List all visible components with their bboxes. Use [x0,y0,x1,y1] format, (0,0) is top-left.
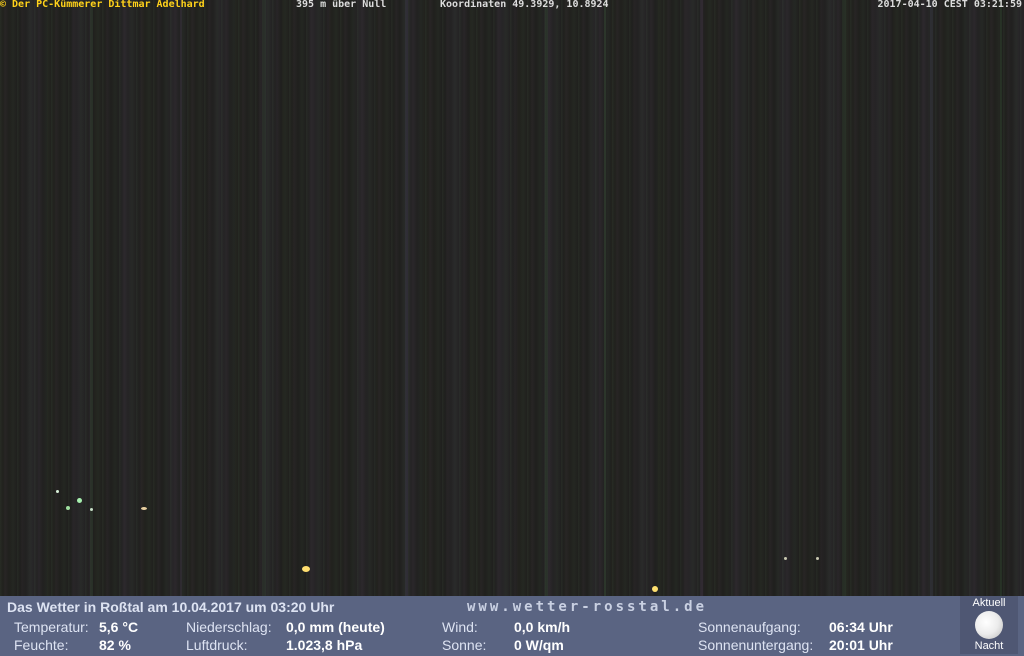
temperature-label: Temperatur: [14,619,89,635]
sunrise-value: 06:34 Uhr [829,619,893,635]
sun-value: 0 W/qm [514,637,564,653]
distant-light [90,508,93,511]
coordinates-text: Koordinaten 49.3929, 10.8924 [440,0,609,10]
copyright-credit: © Der PC-Kümmerer Dittmar Adelhard [0,0,205,10]
weather-panel: Das Wetter in Roßtal am 10.04.2017 um 03… [0,596,1024,656]
wind-label: Wind: [442,619,478,635]
humidity-value: 82 % [99,637,131,653]
timestamp-text: 2017-04-10 CEST 03:21:59 [877,0,1023,10]
humidity-label: Feuchte: [14,637,69,653]
sun-label: Sonne: [442,637,487,653]
full-moon-icon [975,611,1003,639]
moon-bottom-label: Nacht [974,640,1004,652]
moon-phase-box: Aktuell Nacht [960,596,1018,654]
sunset-label: Sonnenuntergang: [698,637,814,653]
sunset-value: 20:01 Uhr [829,637,893,653]
distant-light [77,498,82,503]
weather-title: Das Wetter in Roßtal am 10.04.2017 um 03… [7,599,335,615]
precipitation-value: 0,0 mm (heute) [286,619,385,635]
distant-light [56,490,59,493]
webcam-night-image [0,0,1024,596]
pressure-label: Luftdruck: [186,637,248,653]
distant-light [302,566,310,572]
temperature-value: 5,6 °C [99,619,139,635]
webcam-info-overlay: © Der PC-Kümmerer Dittmar Adelhard 395 m… [0,0,1024,12]
distant-light [816,557,819,560]
distant-light [141,507,147,510]
pressure-value: 1.023,8 hPa [286,637,363,653]
distant-light [66,506,70,510]
precipitation-label: Niederschlag: [186,619,272,635]
moon-top-label: Aktuell [972,597,1006,609]
wind-value: 0,0 km/h [514,619,571,635]
sunrise-label: Sonnenaufgang: [698,619,801,635]
site-url: www.wetter-rosstal.de [467,599,708,615]
distant-light [652,586,658,592]
elevation-text: 395 m über Null [296,0,387,10]
distant-light [784,557,787,560]
